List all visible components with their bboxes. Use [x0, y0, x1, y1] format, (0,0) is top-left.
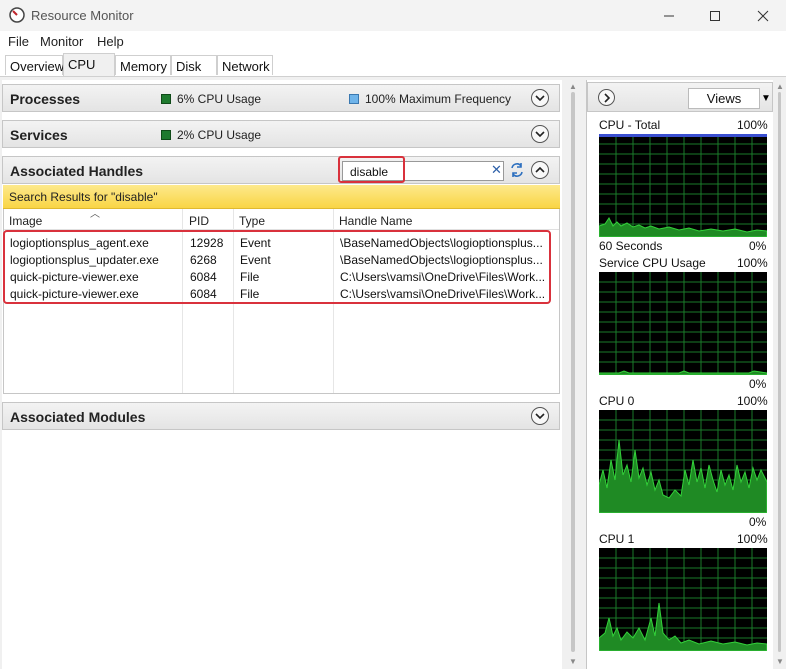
views-dropdown-icon[interactable]: ▼: [760, 88, 772, 109]
services-title: Services: [10, 127, 68, 143]
column-header-pid[interactable]: PID: [189, 214, 209, 228]
graph-max-label: 100%: [737, 532, 768, 546]
graph-title: Service CPU Usage: [599, 256, 706, 270]
max-frequency-swatch: [349, 94, 359, 104]
services-cpu-usage-text: 2% CPU Usage: [177, 128, 262, 142]
cpu-1-graph: [599, 548, 767, 651]
services-expand-button[interactable]: [531, 125, 549, 143]
menu-bar: File Monitor Help: [0, 31, 786, 51]
cpu-usage-swatch: [161, 130, 171, 140]
title-bar: Resource Monitor: [0, 0, 786, 31]
clear-search-icon[interactable]: ✕: [491, 162, 502, 178]
tab-network[interactable]: Network: [217, 55, 273, 75]
scroll-down-icon[interactable]: ▼: [776, 657, 784, 666]
views-button[interactable]: Views: [688, 88, 760, 109]
left-scrollbar-thumb[interactable]: [571, 92, 575, 652]
processes-cpu-usage-text: 6% CPU Usage: [177, 92, 262, 106]
cpu-0-graph: [599, 410, 767, 513]
processes-title: Processes: [10, 91, 81, 107]
scroll-down-icon[interactable]: ▼: [569, 657, 577, 666]
search-refresh-button[interactable]: [508, 161, 526, 179]
handles-collapse-button[interactable]: [531, 161, 549, 179]
scroll-up-icon[interactable]: ▲: [569, 82, 577, 91]
menu-file[interactable]: File: [8, 34, 29, 49]
service-cpu-graph: [599, 272, 767, 375]
column-header-handle-name[interactable]: Handle Name: [339, 214, 412, 228]
modules-title: Associated Modules: [10, 409, 146, 425]
services-cpu-usage: 2% CPU Usage: [161, 128, 261, 142]
graph-max-label: 100%: [737, 256, 768, 270]
window-title: Resource Monitor: [31, 8, 134, 23]
cpu-total-graph: [599, 134, 767, 237]
search-results-text: Search Results for "disable": [9, 190, 158, 204]
search-results-banner: Search Results for "disable": [3, 185, 560, 209]
tab-cpu[interactable]: CPU: [63, 53, 115, 76]
scroll-up-icon[interactable]: ▲: [776, 82, 784, 91]
search-highlight-box: [338, 156, 405, 183]
chevron-down-icon: [535, 131, 545, 138]
sort-ascending-icon: ︿: [90, 209, 100, 220]
close-button[interactable]: [740, 0, 786, 31]
graph-min-label: 0%: [749, 239, 767, 253]
menu-help[interactable]: Help: [97, 34, 124, 49]
processes-header[interactable]: Processes 6% CPU Usage 100% Maximum Freq…: [2, 84, 560, 112]
modules-expand-button[interactable]: [531, 407, 549, 425]
graph-title: CPU - Total: [599, 118, 661, 132]
graph-min-label: 0%: [749, 377, 767, 391]
minimize-icon: [664, 15, 674, 16]
cpu-usage-swatch: [161, 94, 171, 104]
graph-max-label: 100%: [737, 118, 768, 132]
graph-time-label: 60 Seconds: [599, 239, 663, 253]
graph-title: CPU 0: [599, 394, 635, 408]
tab-memory[interactable]: Memory: [115, 55, 171, 75]
handles-header[interactable]: Associated Handles disable ✕: [2, 156, 560, 184]
processes-expand-button[interactable]: [531, 89, 549, 107]
graphs-toolbar: Views ▼: [587, 82, 773, 112]
right-scrollbar-thumb[interactable]: [778, 92, 781, 652]
graphs-pane: Views ▼ CPU - Total 100% 60 Seconds 0% S…: [586, 80, 773, 669]
results-highlight-box: [3, 230, 551, 304]
services-header[interactable]: Services 2% CPU Usage: [2, 120, 560, 148]
menu-monitor[interactable]: Monitor: [40, 34, 83, 49]
tab-bar: Overview CPU Memory Disk Network: [0, 51, 786, 77]
graph-title: CPU 1: [599, 532, 635, 546]
handles-title: Associated Handles: [10, 163, 144, 179]
modules-header[interactable]: Associated Modules: [2, 402, 560, 430]
resource-monitor-icon: [9, 7, 25, 23]
close-icon: [757, 10, 769, 21]
column-header-type[interactable]: Type: [239, 214, 265, 228]
processes-max-frequency: 100% Maximum Frequency: [349, 92, 511, 106]
graph-max-label: 100%: [737, 394, 768, 408]
column-header-image[interactable]: Image: [9, 214, 42, 228]
maximize-icon: [710, 10, 720, 21]
chevron-down-icon: [535, 413, 545, 420]
collapse-graphs-button[interactable]: [598, 89, 615, 106]
minimize-button[interactable]: [646, 0, 692, 31]
graph-min-label: 0%: [749, 515, 767, 529]
refresh-icon: [511, 163, 523, 177]
maximize-button[interactable]: [692, 0, 738, 31]
chevron-up-icon: [535, 166, 545, 173]
chevron-down-icon: [535, 95, 545, 102]
chevron-right-icon: [603, 92, 610, 103]
tab-disk[interactable]: Disk: [171, 55, 217, 75]
processes-cpu-usage: 6% CPU Usage: [161, 92, 261, 106]
tab-overview[interactable]: Overview: [5, 55, 64, 75]
processes-max-frequency-text: 100% Maximum Frequency: [365, 92, 512, 106]
